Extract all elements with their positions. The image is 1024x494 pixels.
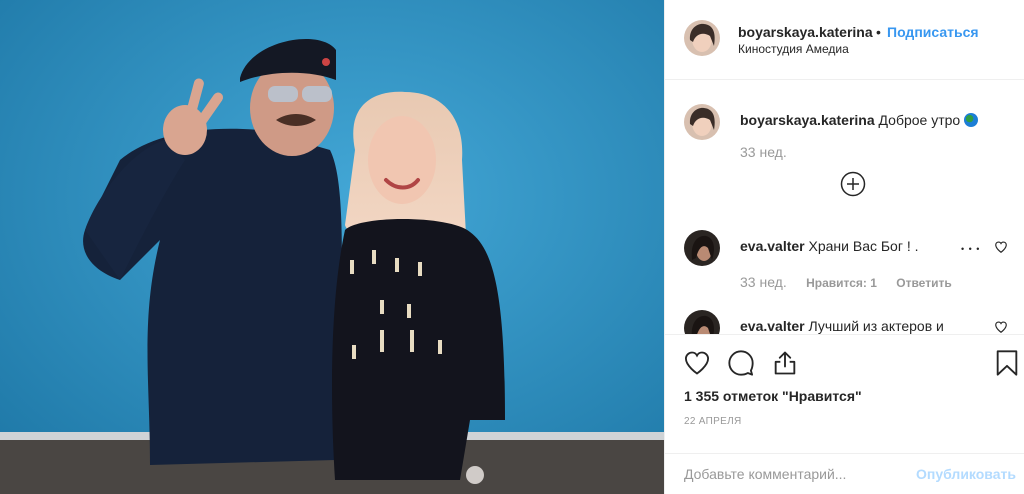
bookmark-icon[interactable] — [995, 349, 1019, 377]
author-avatar[interactable] — [684, 104, 720, 140]
comments-list[interactable]: boyarskaya.katerina Доброе утро 33 нед. — [665, 80, 1024, 334]
caption-username[interactable]: boyarskaya.katerina — [740, 112, 875, 128]
caption-time[interactable]: 33 нед. — [740, 144, 787, 160]
comment-text: eva.valter Храни Вас Бог ! . — [740, 238, 919, 254]
comment-like-icon[interactable] — [994, 320, 1008, 334]
caption-body: Доброе утро — [878, 112, 961, 128]
add-comment-form: Добавьте комментарий... Опубликовать — [665, 453, 1024, 494]
commenter-avatar[interactable] — [684, 310, 720, 334]
separator-dot: • — [876, 24, 881, 40]
comment-time[interactable]: 33 нед. — [740, 274, 787, 290]
post-sidebar: boyarskaya.katerina • Подписаться Киност… — [664, 0, 1024, 494]
post-location[interactable]: Киностудия Амедиа — [738, 42, 849, 56]
comment-body: Храни Вас Бог ! . — [808, 238, 919, 254]
photo-illustration — [0, 0, 664, 494]
comment-likes-count[interactable]: Нравится: 1 — [806, 276, 877, 290]
follow-button[interactable]: Подписаться — [887, 24, 979, 40]
load-more-comments-icon[interactable] — [840, 171, 866, 197]
author-avatar[interactable] — [684, 20, 720, 56]
comment-options-icon[interactable]: • • • — [961, 244, 980, 254]
heart-icon[interactable] — [683, 349, 711, 377]
post-date[interactable]: 22 АПРЕЛЯ — [684, 416, 741, 427]
globe-emoji-icon — [964, 113, 979, 127]
comment-body: Лучший из актеров и — [808, 318, 944, 334]
caption-meta: 33 нед. — [740, 144, 803, 160]
post-photo[interactable] — [0, 0, 664, 494]
commenter-avatar[interactable] — [684, 230, 720, 266]
author-username[interactable]: boyarskaya.katerina — [738, 24, 875, 40]
likes-count[interactable]: 1 355 отметок "Нравится" — [684, 388, 862, 404]
comment-username[interactable]: eva.valter — [740, 318, 805, 334]
comment-like-icon[interactable] — [994, 240, 1008, 254]
comment-meta: 33 нед. Нравится: 1 Ответить — [740, 274, 968, 290]
comment-text: eva.valter Лучший из актеров и — [740, 318, 944, 334]
post-actions: 1 355 отметок "Нравится" 22 АПРЕЛЯ Добав… — [665, 334, 1024, 494]
post-header: boyarskaya.katerina • Подписаться Киност… — [665, 0, 1024, 80]
share-icon[interactable] — [771, 349, 799, 377]
publish-button[interactable]: Опубликовать — [916, 466, 1016, 482]
comment-icon[interactable] — [727, 349, 755, 377]
comment-username[interactable]: eva.valter — [740, 238, 805, 254]
reply-button[interactable]: Ответить — [896, 276, 951, 290]
caption-text: boyarskaya.katerina Доброе утро — [740, 112, 979, 128]
comment-input[interactable]: Добавьте комментарий... — [684, 466, 846, 482]
